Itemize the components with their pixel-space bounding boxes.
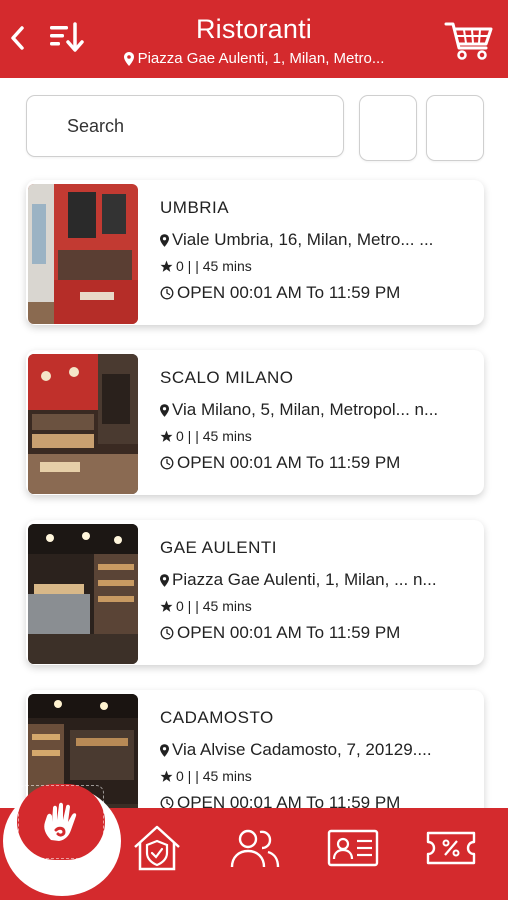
restaurant-name: SCALO MILANO bbox=[160, 368, 294, 387]
clock-icon bbox=[160, 456, 174, 470]
restaurant-name: CADAMOSTO bbox=[160, 708, 274, 727]
star-icon bbox=[160, 770, 173, 782]
clock-icon bbox=[160, 286, 174, 300]
location-line[interactable]: Piazza Gae Aulenti, 1, Milan, Metro... bbox=[100, 50, 408, 67]
restaurant-hours: OPEN 00:01 AM To 11:59 PM bbox=[160, 453, 400, 473]
discount-ticket-icon bbox=[426, 831, 476, 865]
hand-button[interactable] bbox=[17, 784, 105, 860]
users-icon bbox=[230, 829, 280, 868]
restaurant-address: Via Alvise Cadamosto, 7, 20129.... bbox=[160, 740, 432, 760]
nav-profile[interactable] bbox=[324, 820, 382, 876]
fab-inner bbox=[18, 785, 104, 859]
hand-icon bbox=[44, 802, 77, 841]
restaurant-name: GAE AULENTI bbox=[160, 538, 277, 557]
location-pin-icon bbox=[160, 403, 169, 417]
home-shield-icon bbox=[134, 825, 180, 871]
location-pin-icon bbox=[160, 233, 169, 247]
restaurant-card[interactable]: GAE AULENTI Piazza Gae Aulenti, 1, Milan… bbox=[26, 520, 484, 665]
restaurant-address: Via Milano, 5, Milan, Metropol... n... bbox=[160, 400, 438, 420]
location-pin-icon bbox=[160, 743, 169, 757]
location-pin-icon bbox=[123, 51, 134, 66]
restaurant-address: Piazza Gae Aulenti, 1, Milan, ... n... bbox=[160, 570, 437, 590]
app-header: Ristoranti Piazza Gae Aulenti, 1, Milan,… bbox=[0, 0, 508, 78]
restaurant-rating: 0 | | 45 mins bbox=[160, 428, 252, 444]
search-input[interactable]: Search bbox=[26, 95, 344, 157]
restaurant-card[interactable]: SCALO MILANO Via Milano, 5, Milan, Metro… bbox=[26, 350, 484, 495]
cart-button[interactable] bbox=[442, 18, 496, 62]
nav-users[interactable] bbox=[226, 820, 284, 876]
restaurant-hours: OPEN 00:01 AM To 11:59 PM bbox=[160, 623, 400, 643]
id-card-icon bbox=[327, 829, 379, 867]
restaurant-name: UMBRIA bbox=[160, 198, 230, 217]
restaurant-rating: 0 | | 45 mins bbox=[160, 598, 252, 614]
clock-icon bbox=[160, 626, 174, 640]
nav-offers[interactable] bbox=[422, 820, 480, 876]
page-title: Ristoranti bbox=[195, 14, 313, 44]
restaurant-hours: OPEN 00:01 AM To 11:59 PM bbox=[160, 283, 400, 303]
nav-home[interactable] bbox=[128, 820, 186, 876]
restaurant-address: Viale Umbria, 16, Milan, Metro... ... bbox=[160, 230, 433, 250]
star-icon bbox=[160, 600, 173, 612]
restaurant-photo bbox=[28, 184, 138, 324]
filter-button-1[interactable] bbox=[359, 95, 417, 161]
filter-button-2[interactable] bbox=[426, 95, 484, 161]
restaurant-photo bbox=[28, 524, 138, 664]
restaurant-rating: 0 | | 45 mins bbox=[160, 768, 252, 784]
star-icon bbox=[160, 260, 173, 272]
restaurant-photo bbox=[28, 354, 138, 494]
star-icon bbox=[160, 430, 173, 442]
location-pin-icon bbox=[160, 573, 169, 587]
location-text: Piazza Gae Aulenti, 1, Milan, Metro... bbox=[137, 50, 385, 67]
restaurant-card[interactable]: UMBRIA Viale Umbria, 16, Milan, Metro...… bbox=[26, 180, 484, 325]
restaurant-rating: 0 | | 45 mins bbox=[160, 258, 252, 274]
cart-icon bbox=[444, 22, 493, 60]
